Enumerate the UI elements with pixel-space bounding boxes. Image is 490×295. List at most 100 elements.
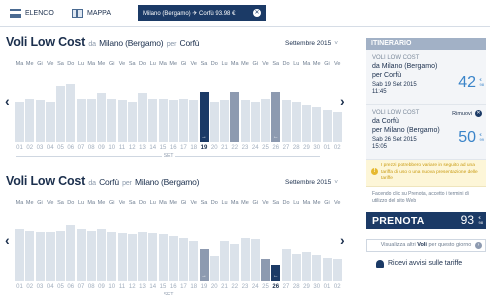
return-day-bar[interactable] [302,252,311,281]
outbound-next-arrow[interactable]: › [340,93,345,109]
outbound-day-bar[interactable] [107,99,117,142]
return-day-bar[interactable]: ← [271,265,281,281]
return-day-bar[interactable] [117,233,127,281]
outbound-day-bar[interactable] [291,102,301,142]
outbound-day-bar[interactable]: ← [271,92,281,142]
return-month-select[interactable]: Settembre 2015 ˅ [285,179,338,186]
return-day-bar[interactable] [230,244,240,281]
outbound-day-bar[interactable] [76,99,86,142]
return-day-bar[interactable] [240,238,250,281]
book-price-cents: €98 [478,215,483,225]
return-day-bar[interactable] [189,241,199,281]
return-day-bar[interactable] [76,229,86,281]
return-day-bar[interactable] [158,234,168,281]
return-day-bar[interactable] [127,234,137,281]
outbound-day-bar[interactable] [117,100,127,142]
outbound-day-bar[interactable] [97,93,106,142]
return-weekday-label: Ve [334,200,341,206]
return-day-bar[interactable] [86,231,96,281]
outbound-flight-card[interactable]: VOLI LOW COST da Milano (Bergamo) per Co… [366,50,486,105]
tab-list-label: ELENCO [25,10,54,17]
chevron-down-icon: ˅ [334,179,339,186]
return-day-bar[interactable] [261,259,270,281]
outbound-card-price: 42 [458,74,476,91]
outbound-day-bar[interactable] [209,102,219,142]
outbound-day-bar[interactable] [220,100,229,142]
return-day-bar[interactable] [56,231,65,281]
return-to-city: Milano (Bergamo) [134,177,200,187]
view-other-flights-button[interactable]: Visualizza altri Voli per questo giorno … [366,239,486,252]
outbound-from-city: Milano (Bergamo) [99,38,164,48]
outbound-day-bar[interactable] [179,99,188,142]
return-day-bar[interactable] [138,232,147,281]
return-day-bar[interactable] [66,225,76,281]
outbound-day-bar[interactable] [240,100,250,142]
outbound-day-bar[interactable] [35,100,45,142]
outbound-day-bar[interactable]: → [199,92,209,142]
outbound-day-bar[interactable] [322,110,332,142]
outbound-card-date: Sab 19 Set 2015 [372,82,417,88]
return-day-bar[interactable] [332,259,342,281]
outbound-day-bar[interactable] [312,107,322,142]
outbound-card-from: da Milano (Bergamo) [372,63,438,70]
outbound-day-bar[interactable] [250,102,260,142]
return-prev-arrow[interactable]: ‹ [5,232,10,248]
return-card-time: 15:05 [372,144,388,150]
return-day-bar[interactable] [281,249,291,281]
outbound-day-bar[interactable] [148,99,158,142]
return-next-arrow[interactable]: › [340,232,345,248]
return-day-bar[interactable] [220,241,229,281]
book-button[interactable]: PRENOTA 93 €98 [366,212,486,229]
outbound-day-bar[interactable] [56,86,65,142]
return-month-label: Settembre 2015 [285,179,332,186]
outbound-day-bar[interactable] [86,99,96,142]
fare-alerts-link[interactable]: Ricevi avvisi sulle tariffe [366,258,486,270]
return-day-bar[interactable] [209,256,219,281]
outbound-day-bar[interactable] [168,100,178,142]
outbound-day-bar[interactable] [138,93,147,142]
outbound-day-bar[interactable] [66,84,76,142]
close-icon[interactable]: ✕ [253,9,261,17]
remove-return-button[interactable]: Rimuovi ✕ [452,110,482,117]
tab-list[interactable]: ELENCO [10,5,54,22]
return-day-bar[interactable] [250,239,260,281]
return-day-bar[interactable] [312,255,322,281]
return-day-bar[interactable] [322,258,332,281]
outbound-day-bar[interactable] [281,100,291,142]
outbound-day-bar[interactable] [45,102,55,142]
outbound-day-bar[interactable] [332,112,342,142]
route-filter-chip[interactable]: Milano (Bergamo) ✈ Corfù 93.98 € ✕ [138,5,266,21]
return-day-bar[interactable] [179,238,188,281]
outbound-day-bar[interactable] [261,99,270,142]
return-flight-card[interactable]: VOLI LOW COST Rimuovi ✕ da Corfù per Mil… [366,105,486,160]
outbound-day-bar[interactable] [15,102,24,142]
terms-text: Facendo clic su Prenota, accetto i termi… [372,191,469,204]
return-day-bar[interactable] [97,229,106,281]
outbound-day-bar[interactable] [127,102,137,142]
selected-direction-arrow-icon: → [201,134,207,140]
outbound-day-bar[interactable] [302,105,311,142]
top-toolbar: ELENCO MAPPA Milano (Bergamo) ✈ Corfù 93… [0,0,490,26]
return-day-bar[interactable] [15,229,24,281]
return-day-bar[interactable] [25,231,35,281]
return-day-bar[interactable] [35,232,45,281]
return-day-bar[interactable] [107,232,117,281]
return-day-bar[interactable] [148,233,158,281]
outbound-day-bar[interactable] [158,99,168,142]
info-icon: ! [371,168,378,175]
price-notice-text: I prezzi potrebbero variare in seguito a… [381,163,478,181]
return-day-bar[interactable] [45,232,55,281]
outbound-month-select[interactable]: Settembre 2015 ˅ [285,40,338,47]
return-day-bar[interactable]: → [199,249,209,281]
tab-map-label: MAPPA [87,10,111,17]
return-day-bar[interactable] [168,236,178,281]
return-day-bar[interactable] [291,254,301,281]
return-card-price: 50 [458,129,476,146]
outbound-day-bar[interactable] [230,92,240,142]
price-notice: ! I prezzi potrebbero variare in seguito… [366,160,486,187]
outbound-day-bar[interactable] [189,100,199,142]
outbound-day-bar[interactable] [25,99,35,142]
tab-map[interactable]: MAPPA [72,5,111,22]
terms-notice: Facendo clic su Prenota, accetto i termi… [366,187,486,212]
outbound-prev-arrow[interactable]: ‹ [5,93,10,109]
